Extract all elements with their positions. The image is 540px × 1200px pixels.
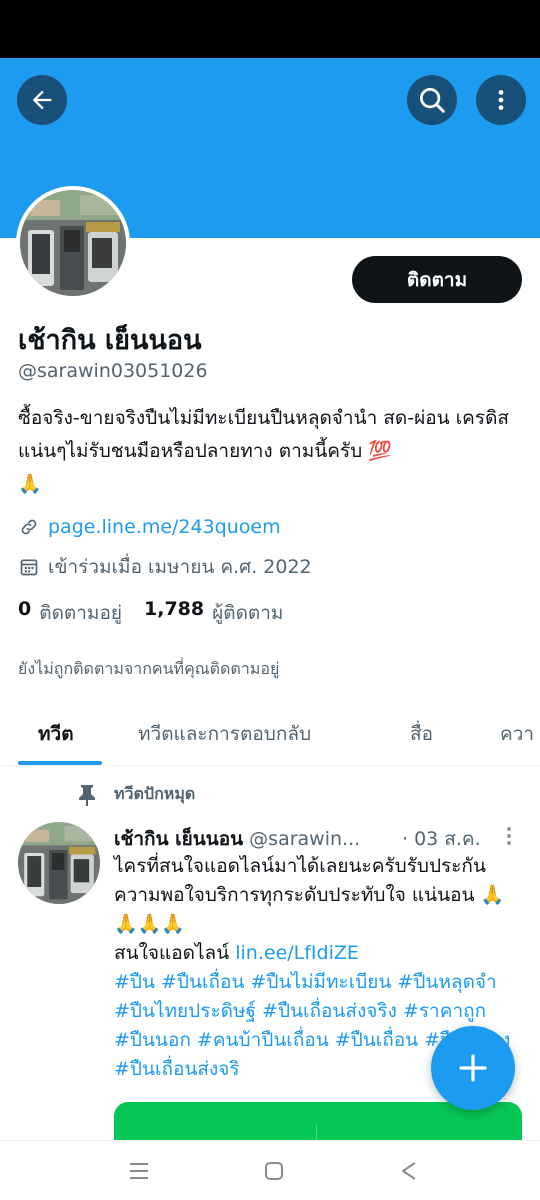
tab-tweets[interactable]: ทวีต <box>38 702 74 765</box>
tweet-date[interactable]: · 03 ส.ค. <box>402 824 481 854</box>
hundred-emoji: 💯 <box>368 440 392 462</box>
compose-tweet-button[interactable] <box>431 1026 515 1110</box>
profile-name: เช้ากิน เย็นนอน <box>18 325 202 356</box>
following-label: ติดตามอยู่ <box>39 602 122 624</box>
profile-handle: @sarawin03051026 <box>18 360 208 382</box>
tab-tweets-replies[interactable]: ทวีตและการตอบกลับ <box>138 702 311 765</box>
more-options-button[interactable] <box>476 75 526 125</box>
followers-label: ผู้ติดตาม <box>212 602 284 624</box>
tweet-author-handle[interactable]: @sarawin... <box>249 828 360 850</box>
joined-date: เข้าร่วมเมื่อ เมษายน ค.ศ. 2022 <box>48 556 312 578</box>
tweet-link[interactable]: lin.ee/LfIdiZE <box>235 942 359 964</box>
system-back-button[interactable] <box>393 1155 425 1187</box>
bio-text: ซื้อจริง-ขายจริงปืนไม่มีทะเบียนปืนหลุดจำ… <box>18 407 510 462</box>
tweet-line-2: สนใจแอดไลน์ <box>114 942 230 964</box>
tweet-line-1: ไครที่สนใจแอดไลน์มาได้เลยนะครับรับประกัน… <box>114 855 486 906</box>
tweet-author-avatar[interactable] <box>18 822 100 904</box>
home-square-icon <box>265 1162 283 1180</box>
profile-tabs: ทวีต ทวีตและการตอบกลับ สื่อ ควา <box>0 702 540 766</box>
pray-emoji: 🙏 <box>18 473 42 495</box>
tweet-header: เช้ากิน เย็นนอน @sarawin... · 03 ส.ค. <box>114 824 524 854</box>
back-triangle-icon <box>402 1162 416 1180</box>
system-navigation-bar <box>0 1140 540 1200</box>
tweet-author-name[interactable]: เช้ากิน เย็นนอน <box>114 824 243 854</box>
profile-link[interactable]: page.line.me/243quoem <box>48 516 281 538</box>
plus-icon <box>459 1054 487 1082</box>
tab-media[interactable]: สื่อ <box>410 702 433 765</box>
link-icon <box>18 516 40 538</box>
avatar-photo <box>20 190 126 296</box>
search-button[interactable] <box>407 75 457 125</box>
more-vertical-icon <box>507 827 511 845</box>
home-button[interactable] <box>258 1155 290 1187</box>
status-bar <box>0 0 540 58</box>
more-vertical-icon <box>498 90 504 110</box>
following-count: 0 <box>18 598 32 620</box>
recent-apps-icon <box>130 1163 148 1179</box>
not-followed-note: ยังไม่ถูกติดตามจากคนที่คุณติดตามอยู่ <box>18 659 280 678</box>
profile-avatar[interactable] <box>16 186 130 300</box>
followers-count: 1,788 <box>144 598 205 620</box>
follow-button[interactable]: ติดตาม <box>352 256 522 303</box>
following-count-link[interactable]: 0 ติดตามอยู่ <box>18 598 122 628</box>
profile-link-row[interactable]: page.line.me/243quoem <box>18 516 281 538</box>
pinned-text: ทวีตปักหมุด <box>114 784 196 803</box>
calendar-icon <box>18 556 40 578</box>
follow-counts: 0 ติดตามอยู่ 1,788 ผู้ติดตาม <box>18 598 305 628</box>
recent-apps-button[interactable] <box>123 1155 155 1187</box>
pinned-tweet-label: ทวีตปักหมุด <box>78 782 195 807</box>
back-button[interactable] <box>17 75 67 125</box>
pin-icon <box>78 784 98 806</box>
followers-count-link[interactable]: 1,788 ผู้ติดตาม <box>144 598 283 628</box>
profile-bio: ซื้อจริง-ขายจริงปืนไม่มีทะเบียนปืนหลุดจำ… <box>18 402 523 501</box>
search-icon <box>420 88 445 113</box>
joined-row: เข้าร่วมเมื่อ เมษายน ค.ศ. 2022 <box>18 552 312 582</box>
tweet-more-button[interactable] <box>499 824 519 848</box>
avatar-photo <box>18 822 100 904</box>
tab-likes[interactable]: ควา <box>500 702 534 765</box>
active-tab-indicator <box>18 761 102 765</box>
back-arrow-icon <box>32 90 52 110</box>
